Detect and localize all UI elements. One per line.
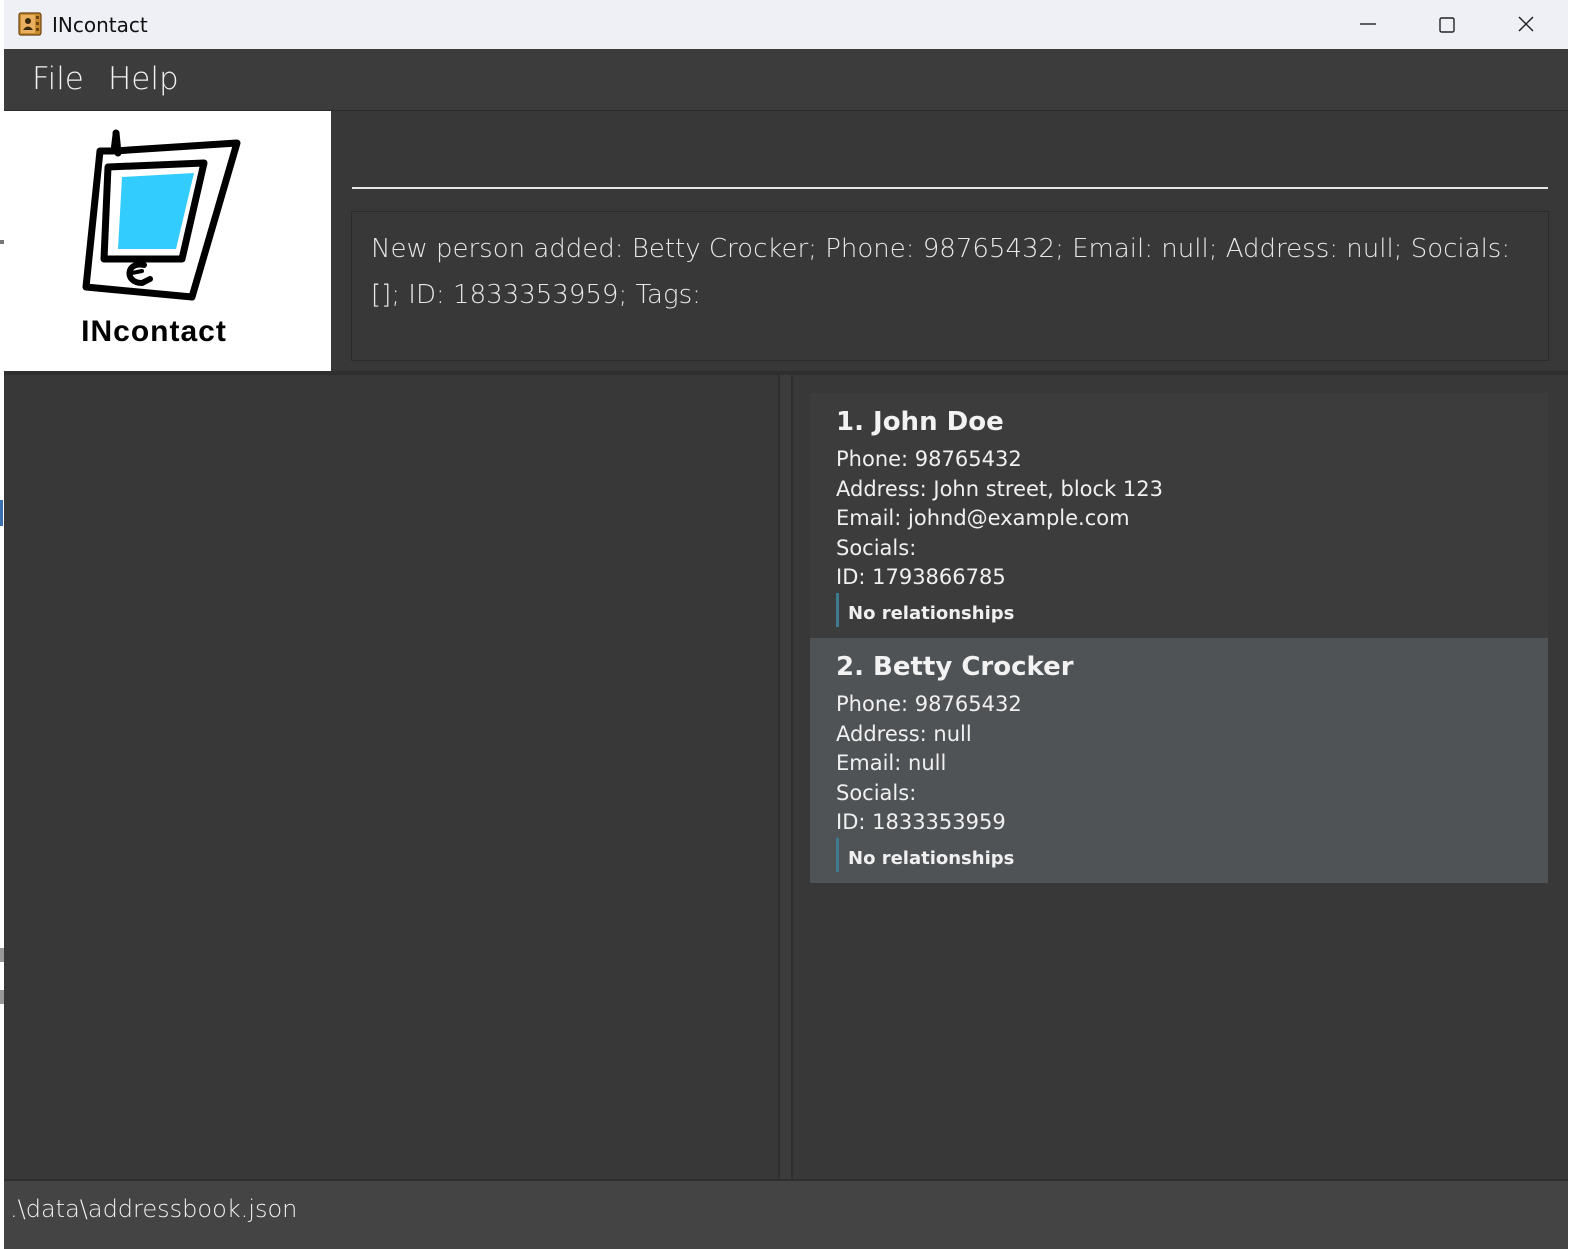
- status-bar: .\data\addressbook.json: [4, 1179, 1568, 1249]
- person-socials: Socials:: [836, 536, 917, 560]
- phone-logo-icon: [82, 129, 241, 301]
- person-id: ID: 1833353959: [836, 810, 1006, 834]
- person-email: Email: johnd@example.com: [836, 506, 1130, 530]
- person-relationships: No relationships: [836, 593, 1014, 627]
- person-phone: Phone: 98765432: [836, 692, 1022, 716]
- person-id: ID: 1793866785: [836, 565, 1006, 589]
- save-location-path: .\data\addressbook.json: [10, 1195, 298, 1223]
- command-input[interactable]: [352, 151, 1548, 189]
- logo-wordmark: INcontact: [81, 315, 227, 348]
- result-display[interactable]: New person added: Betty Crocker; Phone: …: [351, 211, 1549, 361]
- minimize-icon: [1360, 23, 1376, 25]
- background-strip-right: [1568, 0, 1594, 1249]
- person-address: Address: John street, block 123: [836, 477, 1163, 501]
- person-list-panel: 1. John Doe Phone: 98765432 Address: Joh…: [793, 375, 1568, 1179]
- maximize-button[interactable]: [1409, 0, 1485, 49]
- menu-file[interactable]: File: [32, 61, 84, 97]
- person-card-selected[interactable]: 2. Betty Crocker Phone: 98765432 Address…: [810, 638, 1548, 883]
- app-window: INcontact File Help INcontact New person…: [4, 0, 1568, 1249]
- close-icon: [1518, 16, 1534, 32]
- command-box: [332, 111, 1568, 207]
- person-email: Email: null: [836, 751, 947, 775]
- title-bar[interactable]: INcontact: [4, 0, 1568, 49]
- app-icon: [18, 12, 42, 36]
- person-name: 2. Betty Crocker: [836, 652, 1074, 682]
- person-name: 1. John Doe: [836, 407, 1004, 437]
- result-message: New person added: Betty Crocker; Phone: …: [371, 234, 1511, 310]
- background-fragment: [0, 500, 3, 526]
- left-panel: [4, 375, 778, 1179]
- menu-bar: File Help: [4, 49, 1568, 111]
- person-address: Address: null: [836, 722, 972, 746]
- person-phone: Phone: 98765432: [836, 447, 1022, 471]
- person-card[interactable]: 1. John Doe Phone: 98765432 Address: Joh…: [810, 393, 1548, 638]
- split-pane-divider[interactable]: [778, 375, 793, 1179]
- minimize-button[interactable]: [1330, 0, 1406, 49]
- menu-help[interactable]: Help: [108, 61, 179, 97]
- maximize-icon: [1439, 17, 1455, 33]
- person-relationships: No relationships: [836, 838, 1014, 872]
- close-button[interactable]: [1488, 0, 1564, 49]
- window-title: INcontact: [52, 13, 148, 37]
- logo-panel: INcontact: [4, 111, 331, 371]
- person-socials: Socials:: [836, 781, 917, 805]
